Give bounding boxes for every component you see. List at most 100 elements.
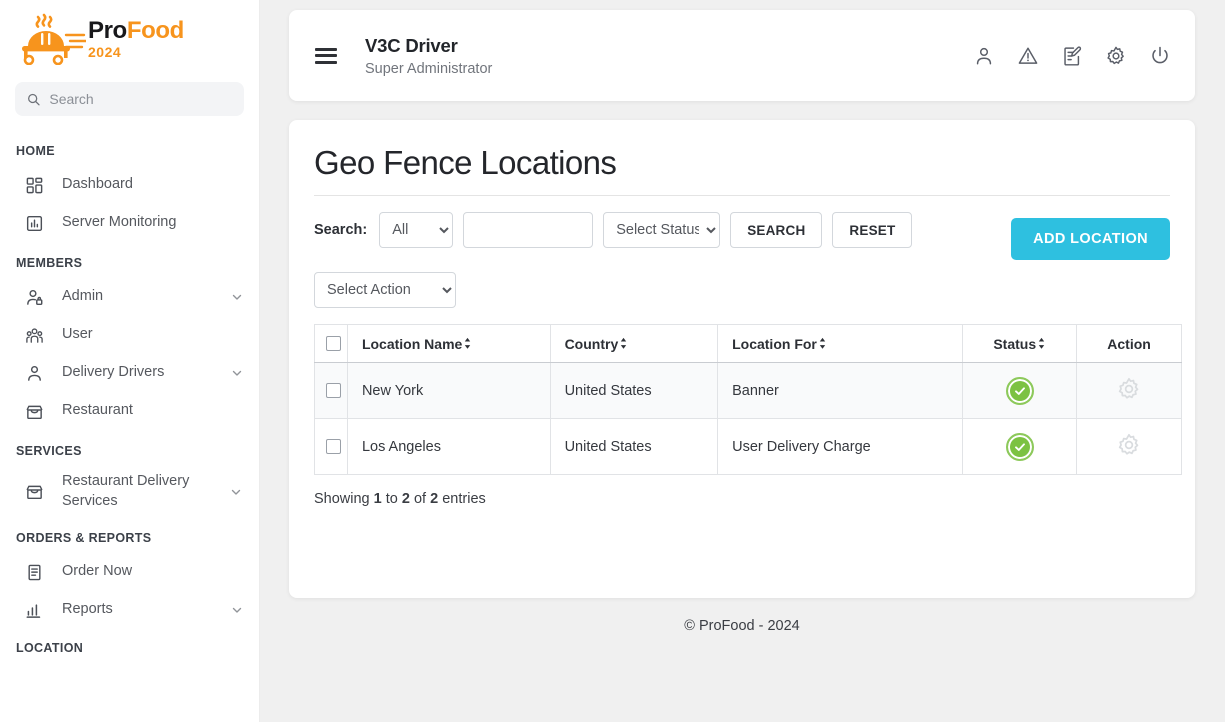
showing-prefix: Showing [314,491,374,507]
document-list-icon [24,562,44,582]
sidebar-item-label: User [62,326,93,343]
title-divider [314,195,1170,196]
hamburger-icon[interactable] [315,47,337,64]
storefront-icon [24,401,44,421]
profile-icon[interactable] [973,45,995,67]
search-label: Search: [314,222,368,238]
table-body: New York United States Banner Los Angele… [314,362,1182,475]
gear-icon[interactable] [1116,432,1142,462]
topbar-title: V3C Driver [365,34,458,56]
power-icon[interactable] [1149,45,1171,67]
showing-entries: Showing 1 to 2 of 2 entries [314,491,1170,507]
chevron-down-icon[interactable] [231,367,243,379]
column-status[interactable]: Status [962,324,1078,363]
users-group-icon [24,325,44,345]
sidebar-item-dashboard[interactable]: Dashboard [0,166,259,204]
sidebar-search[interactable] [15,82,244,116]
sidebar-item-restaurant[interactable]: Restaurant [0,392,259,430]
edit-document-icon[interactable] [1061,45,1083,67]
column-country[interactable]: Country [549,324,719,363]
showing-from: 1 [373,491,382,507]
sidebar: ProFood 2024 HOME Dashboard [0,0,260,722]
bulk-action-select[interactable]: Select Action [314,272,456,308]
reset-button[interactable]: RESET [832,212,913,248]
showing-total: 2 [430,491,439,507]
cell-location-name: Los Angeles [346,418,551,475]
column-label: Action [1107,335,1151,352]
search-scope-select[interactable]: All [379,212,454,248]
showing-to: 2 [401,491,410,507]
bar-chart-up-icon [24,600,44,620]
bulk-action-row: Select Action [314,272,1170,308]
table-row[interactable]: New York United States Banner [314,362,1182,419]
column-label: Country [564,335,619,352]
topbar-titles: V3C Driver Super Administrator [365,35,973,77]
topbar-subtitle: Super Administrator [365,60,493,77]
row-checkbox[interactable] [326,383,341,398]
sidebar-item-order-now[interactable]: Order Now [0,553,259,591]
person-icon [24,363,44,383]
search-icon [28,93,40,105]
sidebar-item-server-monitoring[interactable]: Server Monitoring [0,204,259,242]
sidebar-item-admin[interactable]: Admin [0,278,259,316]
sidebar-item-reports[interactable]: Reports [0,591,259,629]
table-head: Location Name Country Location For Statu… [314,324,1182,363]
nav-section-services: SERVICES [16,444,82,458]
brand-wordmark: ProFood 2024 [88,17,184,60]
main-area: V3C Driver Super Administrator Geo Fence… [260,0,1225,722]
chevron-down-icon[interactable] [231,291,243,303]
sidebar-nav: HOME Dashboard Server Monitoring MEMBERS… [0,130,259,663]
sidebar-item-delivery-drivers[interactable]: Delivery Drivers [0,354,259,392]
cell-status [962,418,1078,475]
chevron-down-icon[interactable] [230,486,242,498]
status-filter-select[interactable]: Select Status [603,212,721,248]
status-badge-active[interactable] [1005,432,1034,461]
column-location-name[interactable]: Location Name [346,324,551,363]
sidebar-item-restaurant-delivery-services[interactable]: Restaurant Delivery Services [0,466,259,517]
row-select-cell [314,418,348,475]
search-input[interactable] [49,91,232,107]
sidebar-item-label: Restaurant [62,402,133,419]
select-all-checkbox[interactable] [326,336,341,351]
alert-triangle-icon[interactable] [1017,45,1039,67]
search-button[interactable]: SEARCH [730,212,823,248]
nav-section-home: HOME [16,144,55,158]
row-select-cell [314,362,348,419]
dashboard-grid-icon [24,175,44,195]
table-row[interactable]: Los Angeles United States User Delivery … [314,418,1182,475]
nav-section-location: LOCATION [16,641,84,656]
brand-name-part2: Food [126,17,184,44]
column-location-for[interactable]: Location For [717,324,964,363]
brand-logo[interactable]: ProFood 2024 [0,0,259,78]
sidebar-item-label: Reports [62,601,113,618]
settings-gear-icon[interactable] [1105,45,1127,67]
add-location-button[interactable]: ADD LOCATION [1011,218,1170,260]
table-header-row: Location Name Country Location For Statu… [314,324,1182,363]
user-lock-icon [24,287,44,307]
column-label: Status [993,335,1037,352]
sidebar-item-user[interactable]: User [0,316,259,354]
content-card: Geo Fence Locations Search: All Select S… [289,120,1195,598]
check-icon [1014,442,1025,451]
page-title: Geo Fence Locations [314,144,617,181]
brand-name-part1: Pro [88,17,127,44]
sidebar-item-label: Restaurant Delivery Services [62,473,190,509]
search-keyword-input[interactable] [463,212,594,248]
sidebar-item-label: Dashboard [62,176,133,193]
column-action: Action [1076,324,1182,363]
sidebar-item-label: Admin [62,288,104,305]
profood-cloche-logo-icon [22,13,86,65]
check-icon [1014,386,1025,395]
chevron-down-icon[interactable] [231,604,243,616]
topbar-icon-group [973,45,1171,67]
gear-icon[interactable] [1116,376,1142,406]
cell-status [962,362,1078,419]
sidebar-item-label: Delivery Drivers [62,364,165,381]
status-badge-active[interactable] [1005,376,1034,405]
cell-action [1076,418,1182,475]
bar-chart-icon [24,213,44,233]
column-label: Location For [732,335,817,352]
cell-location-for: User Delivery Charge [717,418,964,475]
column-label: Location Name [361,335,463,352]
row-checkbox[interactable] [326,439,341,454]
